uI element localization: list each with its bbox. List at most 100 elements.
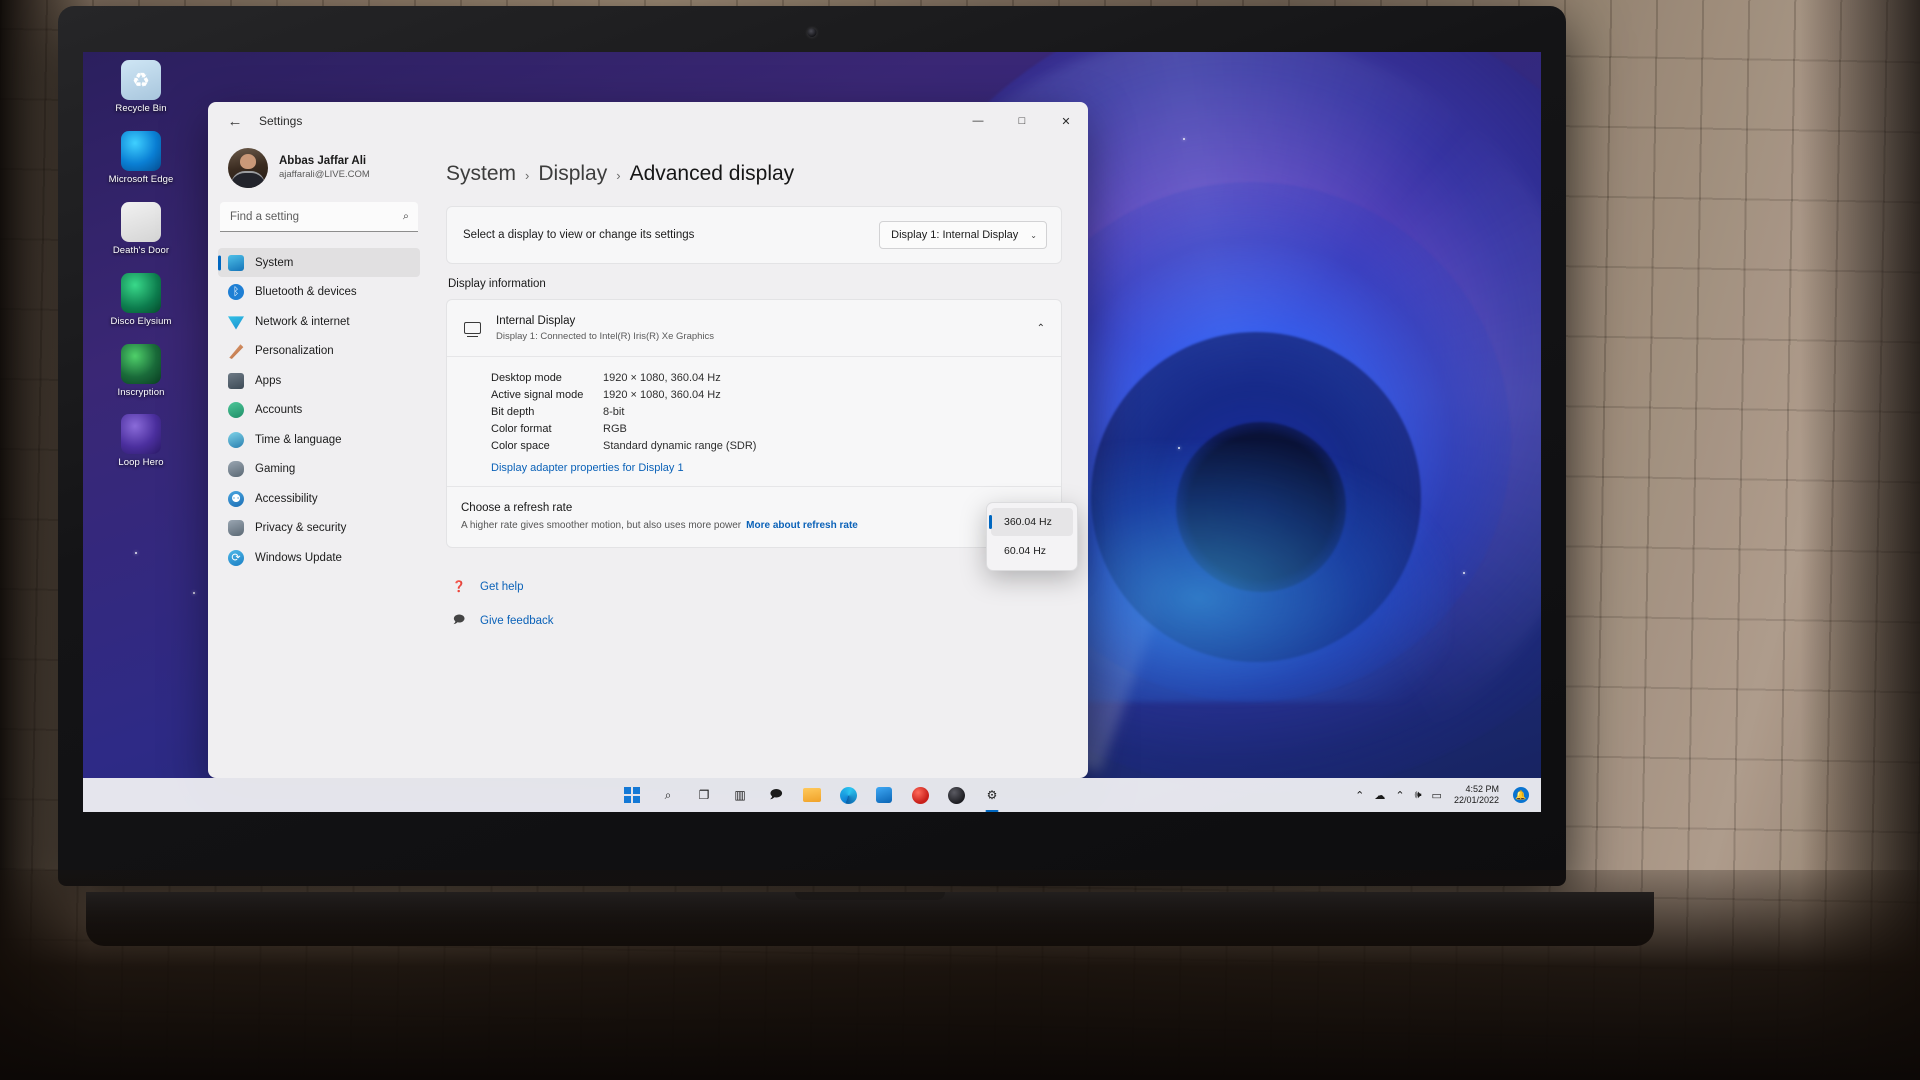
wallpaper-star xyxy=(1463,572,1465,574)
opera-icon xyxy=(911,786,929,804)
desktop-icon-microsoft-edge[interactable]: Microsoft Edge xyxy=(93,130,189,186)
widgets-button[interactable]: ▥ xyxy=(728,783,752,807)
spec-value: 8-bit xyxy=(603,405,625,418)
desktop-icon-loop-hero[interactable]: Loop Hero xyxy=(93,414,189,469)
spec-value: 1920 × 1080, 360.04 Hz xyxy=(603,371,721,384)
sidebar-item-privacy-security[interactable]: Privacy & security xyxy=(218,514,420,543)
more-about-refresh-rate-link[interactable]: More about refresh rate xyxy=(746,520,858,531)
display-information-card: Internal Display Display 1: Connected to… xyxy=(446,299,1062,548)
sidebar-item-apps[interactable]: Apps xyxy=(218,366,420,395)
onedrive-cloud-icon[interactable]: ☁ xyxy=(1374,789,1385,802)
window-titlebar: ← Settings — □ ✕ xyxy=(208,102,1088,140)
start-button[interactable] xyxy=(620,783,644,807)
recycle-bin-icon: ♻ xyxy=(121,60,161,100)
display-selector-dropdown[interactable]: Display 1: Internal Display ⌄ xyxy=(879,221,1047,249)
spec-row-color-space: Color space Standard dynamic range (SDR) xyxy=(447,437,1061,454)
edge-button[interactable] xyxy=(836,783,860,807)
wallpaper-star xyxy=(1178,447,1180,449)
update-icon: ⟳ xyxy=(228,549,244,566)
spec-row-bit-depth: Bit depth 8-bit xyxy=(447,403,1061,420)
sidebar-item-bluetooth-devices[interactable]: ᛒ Bluetooth & devices xyxy=(218,278,420,307)
get-help-label: Get help xyxy=(480,580,524,593)
edge-icon xyxy=(839,786,857,804)
deaths-door-icon xyxy=(121,201,161,242)
settings-taskbar-button[interactable]: ⚙ xyxy=(980,783,1004,807)
windows-logo-icon xyxy=(624,787,640,803)
display-selector-row: Select a display to view or change its s… xyxy=(447,207,1061,263)
file-explorer-button[interactable] xyxy=(800,783,824,807)
display-info-text: Internal Display Display 1: Connected to… xyxy=(496,313,714,343)
display-selector-value: Display 1: Internal Display xyxy=(891,229,1019,241)
notification-bell-icon[interactable]: 🔔 xyxy=(1513,787,1529,803)
display-specs-list: Desktop mode 1920 × 1080, 360.04 Hz Acti… xyxy=(447,357,1061,486)
desktop-icon-deaths-door[interactable]: Death's Door xyxy=(93,201,189,257)
settings-window: ← Settings — □ ✕ Abbas Jaffar Ali ajaffa… xyxy=(208,102,1088,778)
chevron-up-icon[interactable]: ⌃ xyxy=(1037,323,1045,334)
desktop-icon-inscryption[interactable]: Inscryption xyxy=(93,343,189,399)
search-input[interactable] xyxy=(220,202,418,232)
opera-button[interactable] xyxy=(908,783,932,807)
search-button[interactable]: ⌕ xyxy=(656,783,680,807)
tray-chevron-up-icon[interactable]: ⌃ xyxy=(1355,789,1364,802)
window-title: Settings xyxy=(259,114,303,128)
monitor-icon xyxy=(461,317,483,339)
account-profile[interactable]: Abbas Jaffar Ali ajaffarali@LIVE.COM xyxy=(218,140,420,202)
volume-icon[interactable]: 🕪 xyxy=(1415,789,1422,802)
account-email: ajaffarali@LIVE.COM xyxy=(279,169,370,181)
get-help-link[interactable]: ❓ Get help xyxy=(450,578,1062,596)
clock-time: 4:52 PM xyxy=(1465,783,1499,794)
account-icon xyxy=(228,402,244,418)
chat-icon: 🗩 xyxy=(769,786,783,801)
sidebar-item-accounts[interactable]: Accounts xyxy=(218,396,420,425)
task-view-button[interactable]: ❐ xyxy=(692,783,716,807)
sidebar-item-time-language[interactable]: Time & language xyxy=(218,425,420,454)
clock[interactable]: 4:52 PM 22/01/2022 xyxy=(1454,784,1499,807)
battery-icon[interactable]: ▭ xyxy=(1432,789,1442,802)
store-button[interactable] xyxy=(872,783,896,807)
sidebar-item-gaming[interactable]: Gaming xyxy=(218,455,420,484)
sidebar-item-network-internet[interactable]: Network & internet xyxy=(218,307,420,336)
breadcrumb-display[interactable]: Display xyxy=(538,162,607,186)
wallpaper-star xyxy=(135,552,137,554)
edge-icon xyxy=(121,130,161,171)
feedback-icon: 🗩 xyxy=(452,614,466,627)
spec-key: Color format xyxy=(491,422,552,435)
spec-value: Standard dynamic range (SDR) xyxy=(603,439,757,452)
maximize-button[interactable]: □ xyxy=(1000,102,1044,140)
gamepad-icon xyxy=(228,461,244,477)
breadcrumb-system[interactable]: System xyxy=(446,162,516,186)
display-selector-label: Select a display to view or change its s… xyxy=(463,229,695,241)
desktop-icon-disco-elysium[interactable]: Disco Elysium xyxy=(93,272,189,328)
sidebar-item-windows-update[interactable]: ⟳ Windows Update xyxy=(218,543,420,572)
laptop-screen: ♻ Recycle Bin Microsoft Edge Death's Doo… xyxy=(83,52,1541,812)
desktop-icon-label: Loop Hero xyxy=(118,457,164,469)
clock-icon xyxy=(228,431,244,448)
taskbar: ⌕ ❐ ▥ 🗩 ⚙ ⌃ ☁ ⌃ 🕪 ▭ 4:52 PM 22/01/2022 🔔 xyxy=(83,778,1541,812)
display-info-header[interactable]: Internal Display Display 1: Connected to… xyxy=(447,300,1061,358)
breadcrumb: System › Display › Advanced display xyxy=(446,140,1062,206)
sidebar-item-accessibility[interactable]: ⚉ Accessibility xyxy=(218,484,420,513)
store-icon xyxy=(876,787,892,803)
footer-links: ❓ Get help 🗩 Give feedback xyxy=(446,562,1062,630)
give-feedback-link[interactable]: 🗩 Give feedback xyxy=(450,612,1062,630)
refresh-rate-subtitle: A higher rate gives smoother motion, but… xyxy=(461,518,858,533)
minimize-button[interactable]: — xyxy=(956,102,1000,140)
task-view-icon: ❐ xyxy=(698,788,710,802)
search-icon: ⌕ xyxy=(664,787,672,802)
display-adapter-properties-link[interactable]: Display adapter properties for Display 1 xyxy=(447,454,1061,476)
back-button[interactable]: ← xyxy=(220,106,250,136)
sidebar-item-label: Network & internet xyxy=(255,315,350,328)
close-button[interactable]: ✕ xyxy=(1044,102,1088,140)
wifi-icon[interactable]: ⌃ xyxy=(1395,789,1404,802)
chat-button[interactable]: 🗩 xyxy=(764,783,788,807)
chevron-down-icon: ⌄ xyxy=(1030,230,1037,240)
sidebar-item-personalization[interactable]: Personalization xyxy=(218,337,420,366)
monitor-connection: Display 1: Connected to Intel(R) Iris(R)… xyxy=(496,330,715,342)
desktop-icon-recycle-bin[interactable]: ♻ Recycle Bin xyxy=(93,60,189,115)
xbox-button[interactable] xyxy=(944,783,968,807)
refresh-rate-option-60[interactable]: 60.04 Hz xyxy=(991,537,1073,565)
sidebar-item-system[interactable]: System xyxy=(218,248,420,277)
refresh-rate-option-360[interactable]: 360.04 Hz xyxy=(991,508,1073,536)
bluetooth-icon: ᛒ xyxy=(228,284,244,300)
window-body: Abbas Jaffar Ali ajaffarali@LIVE.COM ⌕ S… xyxy=(208,140,1088,778)
